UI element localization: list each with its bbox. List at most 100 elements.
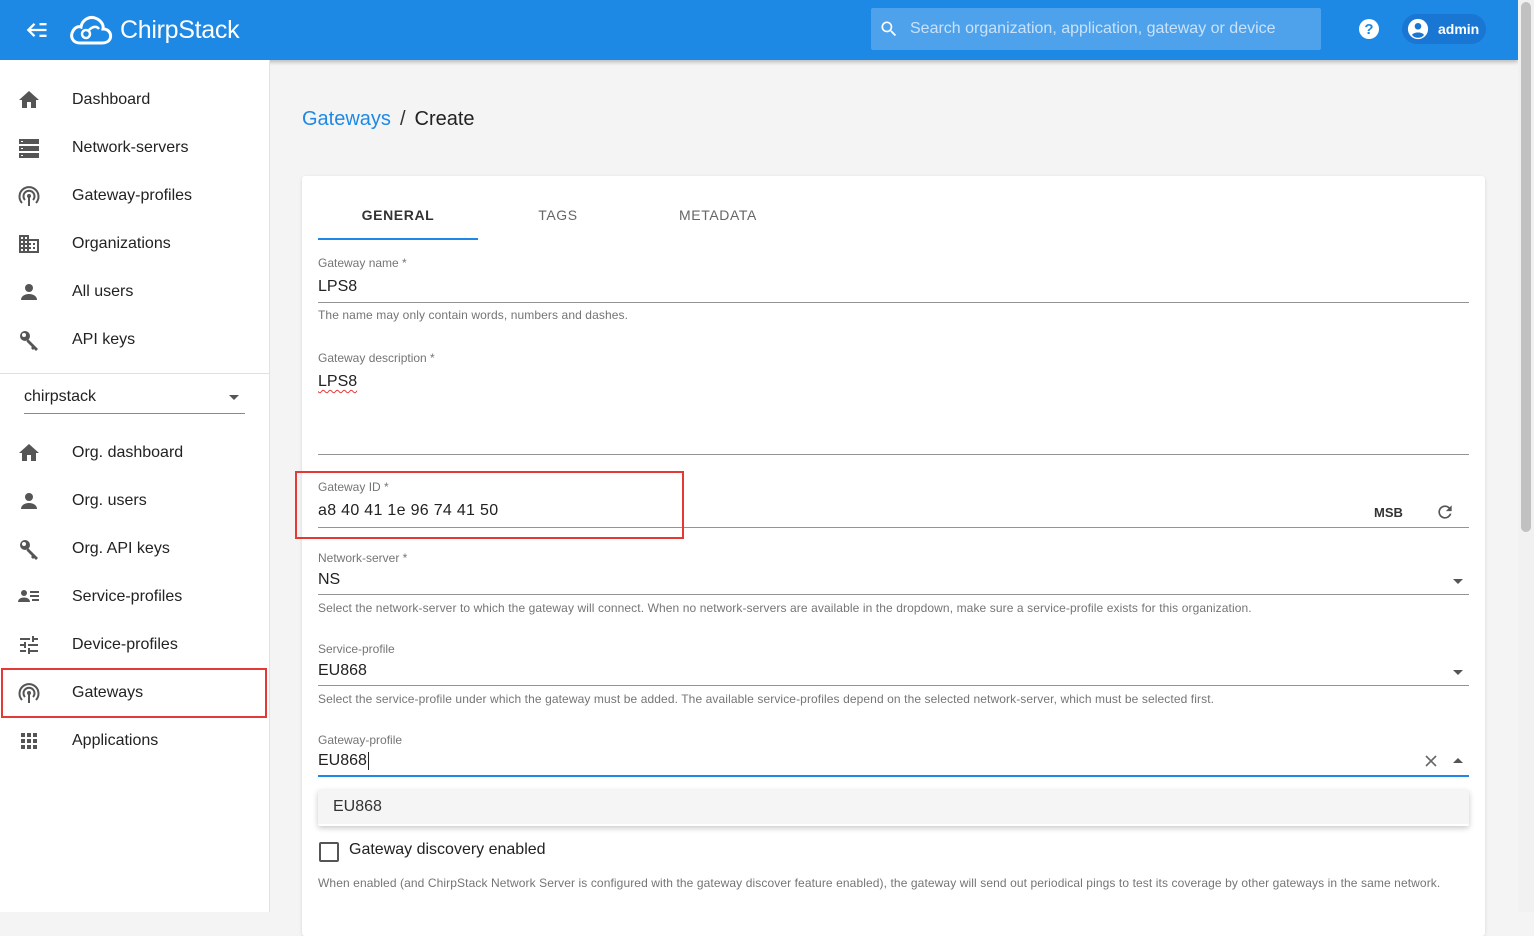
gateway-discovery-label[interactable]: Gateway discovery enabled [349, 841, 546, 859]
breadcrumb-gateways-link[interactable]: Gateways [302, 108, 391, 130]
sidebar-item-applications[interactable]: Applications [0, 717, 269, 765]
network-server-label: Network-server * [318, 551, 408, 565]
gateway-id-highlight-box [295, 471, 684, 539]
organization-select[interactable]: chirpstack [24, 383, 245, 414]
sidebar-item-label: Network-servers [72, 139, 189, 156]
clear-icon[interactable] [1424, 754, 1438, 768]
sidebar-item-label: Device-profiles [72, 636, 178, 653]
sidebar: Dashboard Network-servers Gateway-profil… [0, 60, 270, 912]
gateway-name-underline [318, 302, 1469, 303]
service-profile-label: Service-profile [318, 642, 395, 656]
organization-select-value: chirpstack [24, 388, 97, 405]
app-bar: ChirpStack ? admin [0, 0, 1518, 60]
sidebar-item-label: All users [72, 283, 134, 300]
gateway-name-input[interactable]: LPS8 [318, 278, 357, 296]
gateways-highlight-box [1, 668, 267, 718]
gateway-profile-input[interactable]: EU868 [318, 752, 369, 770]
sidebar-item-label: Org. users [72, 492, 147, 509]
chevron-up-icon[interactable] [1453, 758, 1463, 763]
help-icon[interactable]: ? [1357, 17, 1381, 41]
page-title: Create [414, 108, 475, 130]
sidebar-item-device-profiles[interactable]: Device-profiles [0, 621, 269, 669]
scrollbar-thumb[interactable] [1521, 2, 1531, 532]
user-menu-button[interactable]: admin [1402, 14, 1486, 44]
network-server-underline [318, 594, 1469, 595]
sidebar-item-label: Organizations [72, 235, 171, 252]
gateway-name-field[interactable]: Gateway name * LPS8 The name may only co… [318, 256, 1469, 326]
chirpstack-logo[interactable]: ChirpStack [68, 8, 240, 52]
tune-icon [20, 636, 38, 654]
tab-metadata[interactable]: METADATA [638, 190, 798, 240]
svg-text:?: ? [1364, 21, 1373, 38]
gateway-description-label: Gateway description * [318, 351, 435, 365]
gateway-name-help: The name may only contain words, numbers… [318, 308, 629, 322]
network-server-field[interactable]: Network-server * NS Select the network-s… [318, 551, 1469, 615]
network-server-select[interactable]: NS [318, 571, 340, 589]
breadcrumb: Gateways / Create [302, 108, 475, 131]
gateway-create-card: GENERAL TAGS METADATA Gateway name * LPS… [302, 176, 1485, 936]
sidebar-item-all-users[interactable]: All users [0, 268, 269, 316]
sidebar-item-label: Org. API keys [72, 540, 170, 557]
account-details-icon [18, 590, 39, 602]
gateway-discovery-help: When enabled (and ChirpStack Network Ser… [318, 876, 1441, 890]
person-icon [21, 284, 37, 300]
sidebar-item-org-api-keys[interactable]: Org. API keys [0, 525, 269, 573]
sidebar-item-label: Org. dashboard [72, 444, 184, 461]
active-tab-indicator [318, 238, 478, 240]
username-label: admin [1438, 21, 1480, 37]
dropdown-option-label: EU868 [333, 798, 382, 815]
app-name: ChirpStack [120, 15, 240, 44]
global-search[interactable] [871, 8, 1321, 50]
domain-icon [19, 235, 39, 253]
search-input[interactable] [908, 19, 1312, 39]
sidebar-item-network-servers[interactable]: Network-servers [0, 124, 269, 172]
gateway-description-textarea[interactable]: LPS8 [318, 373, 357, 391]
network-server-help: Select the network-server to which the g… [318, 601, 1252, 615]
refresh-icon[interactable] [1435, 502, 1455, 522]
chevron-down-icon[interactable] [1453, 670, 1463, 675]
page-scrollbar[interactable] [1518, 0, 1534, 912]
key-icon [20, 331, 38, 351]
dropdown-option[interactable]: EU868 [318, 790, 1469, 824]
gateway-discovery-checkbox[interactable] [319, 842, 339, 862]
sidebar-item-api-keys[interactable]: API keys [0, 316, 269, 364]
sidebar-item-label: Dashboard [72, 91, 151, 108]
breadcrumb-separator: / [399, 108, 406, 130]
service-profile-underline [318, 685, 1469, 686]
sidebar-item-service-profiles[interactable]: Service-profiles [0, 573, 269, 621]
search-icon [881, 21, 897, 37]
tab-general[interactable]: GENERAL [318, 190, 478, 240]
apps-icon [21, 733, 37, 749]
server-icon [19, 139, 39, 158]
tab-tags[interactable]: TAGS [478, 190, 638, 240]
gateway-profile-dropdown: EU868 [318, 790, 1469, 826]
byte-order-toggle[interactable]: MSB [1374, 505, 1403, 520]
service-profile-field[interactable]: Service-profile EU868 Select the service… [318, 642, 1469, 706]
gateway-profile-underline [318, 775, 1469, 777]
gateway-name-label: Gateway name * [318, 256, 407, 270]
service-profile-select[interactable]: EU868 [318, 662, 367, 680]
sidebar-item-dashboard[interactable]: Dashboard [0, 76, 269, 124]
chevron-down-icon [229, 395, 239, 400]
sidebar-item-org-dashboard[interactable]: Org. dashboard [0, 429, 269, 477]
sidebar-item-label: Applications [72, 732, 159, 749]
sidebar-item-gateway-profiles[interactable]: Gateway-profiles [0, 172, 269, 220]
sidebar-item-organizations[interactable]: Organizations [0, 220, 269, 268]
gateway-profile-label: Gateway-profile [318, 733, 403, 747]
service-profile-help: Select the service-profile under which t… [318, 692, 1215, 706]
home-icon [19, 91, 39, 108]
gateway-description-field[interactable]: Gateway description * LPS8 [318, 351, 1469, 456]
gateway-profile-field[interactable]: Gateway-profile EU868 [318, 733, 1469, 779]
sidebar-divider [0, 373, 269, 374]
account-circle-icon [1407, 18, 1429, 40]
sidebar-item-org-users[interactable]: Org. users [0, 477, 269, 525]
cloud-logo-icon [70, 16, 113, 45]
gateway-description-underline [318, 454, 1469, 455]
chevron-down-icon[interactable] [1453, 579, 1463, 584]
sidebar-item-label: Gateway-profiles [72, 187, 193, 204]
sidebar-item-label: API keys [72, 331, 136, 348]
wifi-tethering-icon [18, 186, 40, 206]
key-icon [20, 540, 38, 560]
menu-collapse-icon[interactable] [22, 16, 50, 44]
person-icon [21, 493, 37, 509]
